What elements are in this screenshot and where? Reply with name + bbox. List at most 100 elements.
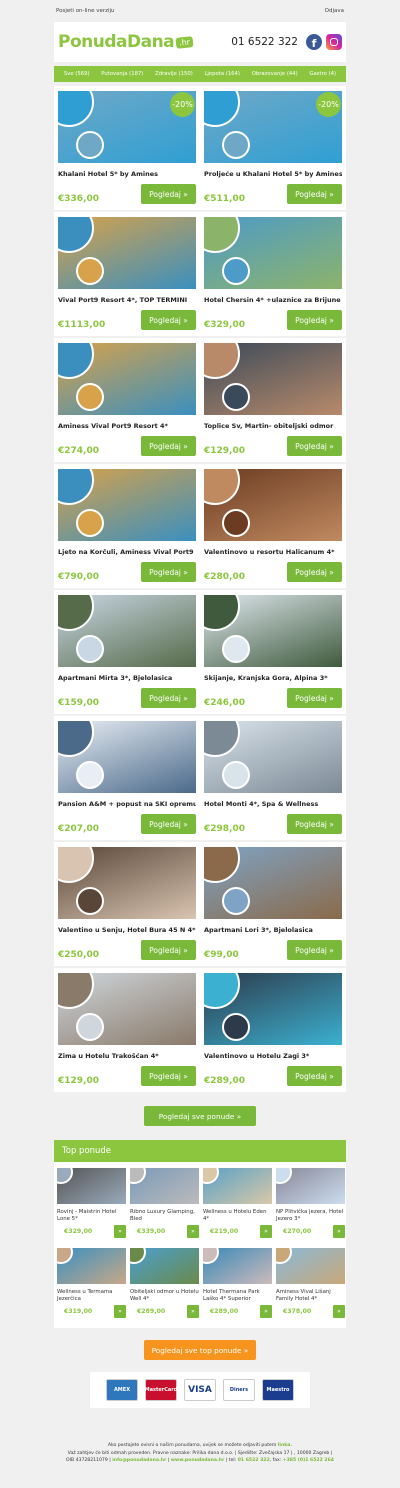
offer-title[interactable]: Proljeće u Khalani Hotel 5* by Amines (204, 170, 342, 178)
footer-fax[interactable]: +385 (0)1 6522 264 (283, 1458, 334, 1463)
logo[interactable]: PonudaDana .hr (58, 32, 194, 52)
top-offer-button[interactable]: » (187, 1225, 199, 1238)
offer-image[interactable] (58, 343, 196, 415)
top-offer-title[interactable]: Obiteljski odmor u Hotelu Well 4* (130, 1289, 199, 1303)
offer-image-circle (58, 91, 94, 127)
footer-unsub-link[interactable]: linka. (278, 1443, 292, 1448)
offer-title[interactable]: Toplice Sv, Martin- obiteljski odmor (204, 422, 342, 430)
view-offer-button[interactable]: Pogledaj » (141, 814, 196, 834)
category-all[interactable]: Sve (569) (64, 71, 90, 77)
footer-web[interactable]: www.ponudadana.hr (171, 1458, 225, 1463)
offer-image[interactable]: -20% (58, 91, 196, 163)
category-gastro[interactable]: Gastro (4) (309, 71, 336, 77)
top-offer-image[interactable] (57, 1248, 126, 1284)
offer-row: €159,00 Pogledaj » (58, 688, 196, 708)
category-beauty[interactable]: Ljepota (164) (204, 71, 240, 77)
view-offer-button[interactable]: Pogledaj » (141, 562, 196, 582)
offer-image[interactable] (204, 847, 342, 919)
offer-image-circle (58, 469, 94, 505)
view-offer-button[interactable]: Pogledaj » (141, 310, 196, 330)
header: PonudaDana .hr 01 6522 322 f (54, 22, 346, 62)
offer-image[interactable] (58, 847, 196, 919)
top-offer-title[interactable]: Rovinj - Maistrin Hotel Lone 5* (57, 1209, 126, 1223)
offer-title[interactable]: Ljeto na Korčuli, Aminess Vival Port9 (58, 548, 196, 556)
offer-image[interactable] (58, 595, 196, 667)
view-offer-button[interactable]: Pogledaj » (287, 310, 342, 330)
top-offer-row: €289,00 » (130, 1305, 199, 1318)
top-offer-image[interactable] (276, 1248, 345, 1284)
category-travel[interactable]: Putovanja (187) (101, 71, 143, 77)
view-offer-button[interactable]: Pogledaj » (141, 688, 196, 708)
view-offer-button[interactable]: Pogledaj » (287, 940, 342, 960)
top-offer-image[interactable] (57, 1168, 126, 1204)
offer-image[interactable] (58, 217, 196, 289)
view-offer-button[interactable]: Pogledaj » (287, 1066, 342, 1086)
view-offer-button[interactable]: Pogledaj » (287, 814, 342, 834)
view-offer-button[interactable]: Pogledaj » (141, 184, 196, 204)
unsubscribe-link[interactable]: Odjava (325, 8, 344, 14)
top-offer-title[interactable]: Aminess Vival Lišanj Family Hotel 4* (276, 1289, 345, 1303)
offer-image[interactable] (204, 973, 342, 1045)
discount-badge: -20% (170, 92, 195, 117)
top-offer-image[interactable] (130, 1248, 199, 1284)
offer-title[interactable]: Valentinovo u resortu Halicanum 4* (204, 548, 342, 556)
view-offer-button[interactable]: Pogledaj » (287, 436, 342, 456)
top-offer-button[interactable]: » (187, 1305, 199, 1318)
footer-tel[interactable]: 01 6522 322 (238, 1458, 270, 1463)
offer-title[interactable]: Aminess Vival Port9 Resort 4* (58, 422, 196, 430)
category-education[interactable]: Obrazovanje (44) (252, 71, 298, 77)
all-offers-button[interactable]: Pogledaj sve ponude » (144, 1106, 256, 1126)
offer-title[interactable]: Valentino u Senju, Hotel Bura 45 N 4* (58, 926, 196, 934)
top-offer-image[interactable] (130, 1168, 199, 1204)
top-offer-image[interactable] (203, 1168, 272, 1204)
offer-image[interactable] (204, 217, 342, 289)
category-health[interactable]: Zdravlje (150) (155, 71, 193, 77)
offer-image[interactable] (204, 343, 342, 415)
top-offer-image[interactable] (203, 1248, 272, 1284)
offer-image[interactable] (204, 595, 342, 667)
offer-image[interactable]: -20% (204, 91, 342, 163)
facebook-icon[interactable]: f (306, 34, 322, 50)
instagram-icon[interactable] (326, 34, 342, 50)
top-offer-button[interactable]: » (260, 1225, 272, 1238)
phone-number[interactable]: 01 6522 322 (231, 36, 298, 48)
offer-title[interactable]: Zima u Hotelu Trakošćan 4* (58, 1052, 196, 1060)
offer-image[interactable] (58, 469, 196, 541)
top-offer-button[interactable]: » (333, 1305, 345, 1318)
top-offer-title[interactable]: Wellness u Hotelu Eden 4* (203, 1209, 272, 1223)
offer-image[interactable] (204, 721, 342, 793)
offer-title[interactable]: Skijanje, Kranjska Gora, Alpina 3* (204, 674, 342, 682)
view-offer-button[interactable]: Pogledaj » (287, 184, 342, 204)
top-offer-title[interactable]: Ribno Luxury Glamping, Bled (130, 1209, 199, 1223)
top-offer-button[interactable]: » (260, 1305, 272, 1318)
top-offer-button[interactable]: » (333, 1225, 345, 1238)
offer-title[interactable]: Pansion A&M + popust na SKI opremu (58, 800, 196, 808)
all-top-offers-button[interactable]: Pogledaj sve top ponude » (144, 1340, 256, 1360)
top-offer-button[interactable]: » (114, 1305, 126, 1318)
offer-image[interactable] (204, 469, 342, 541)
top-offer-title[interactable]: Wellness u Termama Jezerčica (57, 1289, 126, 1303)
offer-title[interactable]: Hotel Chersin 4* +ulaznice za Brijune (204, 296, 342, 304)
offer-title[interactable]: Valentinovo u Hotelu Zagi 3* (204, 1052, 342, 1060)
view-offer-button[interactable]: Pogledaj » (141, 436, 196, 456)
offer-title[interactable]: Hotel Monti 4*, Spa & Wellness (204, 800, 342, 808)
offer-image[interactable] (58, 721, 196, 793)
offer-card: -20% Khalani Hotel 5* by Amines €336,00 Pog… (54, 86, 200, 210)
footer-line-3: OIB 43728211079 | info@ponudadana.hr | w… (54, 1457, 346, 1465)
offer-title[interactable]: Apartmani Lori 3*, Bjelolasica (204, 926, 342, 934)
top-offer-image[interactable] (276, 1168, 345, 1204)
offer-title[interactable]: Apartmani Mirta 3*, Bjelolasica (58, 674, 196, 682)
top-offer-title[interactable]: Hotel Thermana Park Laško 4* Superior (203, 1289, 272, 1303)
top-offer-row: €319,00 » (57, 1305, 126, 1318)
offer-image[interactable] (58, 973, 196, 1045)
footer-email[interactable]: info@ponudadana.hr (112, 1458, 166, 1463)
online-version-link[interactable]: Posjeti on-line verziju (56, 8, 115, 14)
view-offer-button[interactable]: Pogledaj » (287, 562, 342, 582)
offer-title[interactable]: Vival Port9 Resort 4*, TOP TERMINI (58, 296, 196, 304)
view-offer-button[interactable]: Pogledaj » (141, 1066, 196, 1086)
offer-title[interactable]: Khalani Hotel 5* by Amines (58, 170, 196, 178)
top-offer-button[interactable]: » (114, 1225, 126, 1238)
view-offer-button[interactable]: Pogledaj » (287, 688, 342, 708)
top-offer-title[interactable]: NP Plitvička jezera, Hotel Jezero 3* (276, 1209, 345, 1223)
view-offer-button[interactable]: Pogledaj » (141, 940, 196, 960)
